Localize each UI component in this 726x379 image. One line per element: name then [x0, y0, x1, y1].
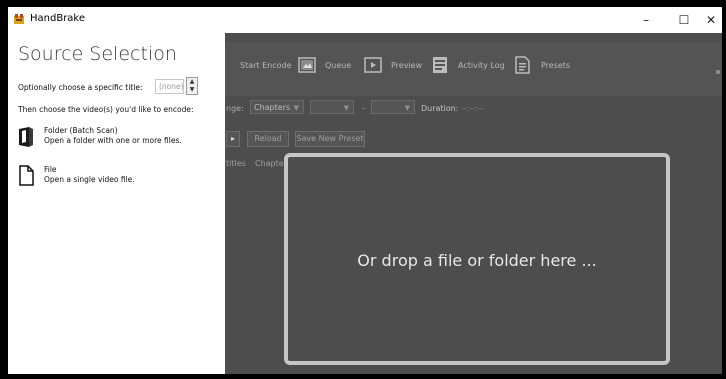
file-option-description: Open a single video file. — [44, 175, 135, 184]
file-icon — [19, 165, 34, 186]
maximize-button[interactable]: ☐ — [671, 10, 697, 30]
activity-log-icon[interactable] — [431, 56, 449, 74]
queue-button[interactable]: Queue — [325, 61, 351, 70]
chevron-right-icon: ▸ — [230, 134, 235, 143]
chevron-down-icon: ▼ — [293, 104, 299, 112]
range-end-dropdown[interactable]: ▼ — [371, 100, 415, 114]
window-title: HandBrake — [30, 13, 86, 24]
range-dash: - — [362, 104, 365, 113]
choose-source-label: Then choose the video(s) you'd like to e… — [18, 105, 194, 114]
tab-chapters[interactable]: Chapter — [255, 159, 287, 168]
reload-button[interactable]: Reload — [247, 131, 289, 147]
minimize-button[interactable]: – — [633, 10, 659, 30]
preview-icon[interactable] — [364, 56, 382, 74]
chevron-down-icon: ▼ — [343, 104, 349, 112]
handbrake-window: HandBrake – ☐ ✕ Start Encode Queue Previ… — [8, 7, 722, 374]
range-type-dropdown[interactable]: Chapters ▼ — [250, 100, 304, 114]
duration-value: --:--:-- — [461, 104, 484, 113]
preset-dropdown-toggle[interactable]: ▸ — [226, 131, 240, 147]
chevron-down-icon: ▼ — [404, 104, 410, 112]
title-bar: HandBrake – ☐ ✕ — [8, 7, 722, 33]
activity-log-button[interactable]: Activity Log — [458, 61, 505, 70]
handbrake-app-icon — [14, 14, 24, 24]
folder-option-name: Folder (Batch Scan) — [44, 126, 118, 135]
panel-title: Source Selection — [18, 43, 177, 65]
tab-subtitles[interactable]: titles — [226, 159, 246, 168]
file-option-name: File — [44, 165, 57, 174]
save-new-preset-button[interactable]: Save New Preset — [295, 131, 365, 147]
range-start-dropdown[interactable]: ▼ — [310, 100, 354, 114]
start-encode-button[interactable]: Start Encode — [240, 61, 292, 70]
folder-batch-scan-option[interactable]: Folder (Batch Scan) Open a folder with o… — [18, 126, 218, 156]
range-type-value: Chapters — [254, 103, 291, 112]
spinner-down-icon[interactable]: ▼ — [187, 86, 197, 94]
toolbar-grip — [716, 70, 720, 74]
presets-button[interactable]: Presets — [541, 61, 570, 70]
queue-icon[interactable] — [298, 56, 316, 74]
duration-label: Duration: — [421, 104, 459, 113]
title-number-input[interactable]: (none) — [155, 79, 184, 94]
drop-zone[interactable]: Or drop a file or folder here ... — [284, 153, 670, 365]
optional-title-label: Optionally choose a specific title: — [18, 83, 143, 92]
drop-zone-text: Or drop a file or folder here ... — [357, 251, 597, 270]
close-button[interactable]: ✕ — [698, 10, 722, 30]
source-selection-panel: Source Selection Optionally choose a spe… — [8, 33, 225, 374]
folder-option-description: Open a folder with one or more files. — [44, 136, 182, 145]
title-spinner[interactable]: ▲ ▼ — [186, 77, 198, 95]
presets-icon[interactable] — [513, 56, 531, 74]
range-label: nge: — [226, 104, 244, 113]
folder-icon — [19, 127, 33, 147]
spinner-up-icon[interactable]: ▲ — [187, 78, 197, 86]
preview-button[interactable]: Preview — [391, 61, 422, 70]
file-option[interactable]: File Open a single video file. — [18, 165, 218, 195]
